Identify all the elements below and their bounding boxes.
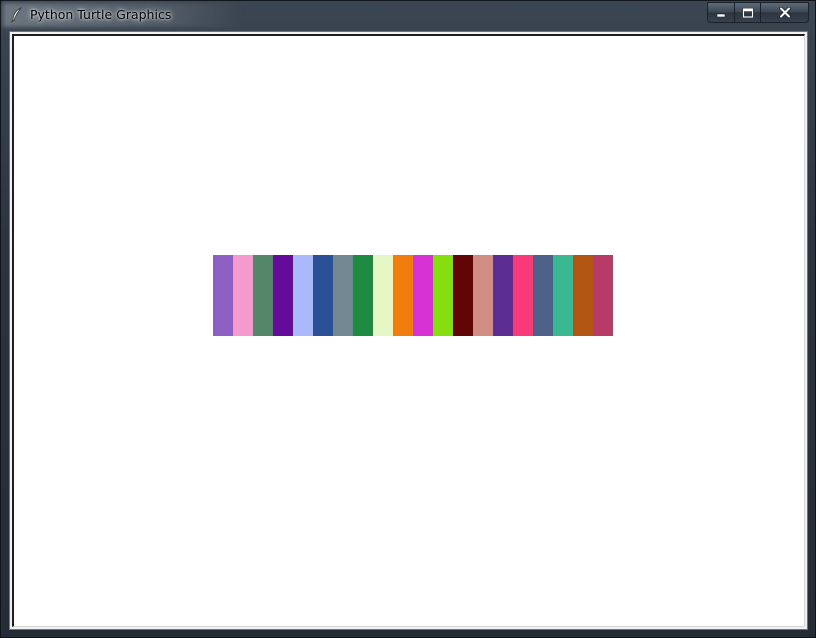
color-stripe [533, 255, 553, 336]
window-title: Python Turtle Graphics [30, 7, 172, 22]
color-stripe [513, 255, 533, 336]
color-stripe [333, 255, 353, 336]
color-stripe [473, 255, 493, 336]
minimize-icon [716, 13, 726, 17]
turtle-canvas[interactable] [12, 34, 805, 627]
color-stripe [493, 255, 513, 336]
maximize-button[interactable] [735, 3, 761, 22]
canvas-frame [9, 31, 808, 630]
title-bar[interactable]: Python Turtle Graphics [1, 1, 815, 29]
color-stripe [293, 255, 313, 336]
turtle-window: Python Turtle Graphics [0, 0, 816, 638]
color-stripe [393, 255, 413, 336]
color-stripe [273, 255, 293, 336]
close-button[interactable] [761, 3, 808, 22]
color-stripe [233, 255, 253, 336]
color-stripes [213, 255, 613, 336]
color-stripe [253, 255, 273, 336]
color-stripe [213, 255, 233, 336]
caption-buttons [707, 2, 809, 23]
color-stripe [453, 255, 473, 336]
feather-icon[interactable] [10, 7, 24, 23]
color-stripe [373, 255, 393, 336]
color-stripe [573, 255, 593, 336]
color-stripe [593, 255, 613, 336]
color-stripe [553, 255, 573, 336]
minimize-button[interactable] [708, 3, 735, 22]
close-icon [778, 7, 791, 18]
color-stripe [313, 255, 333, 336]
color-stripe [413, 255, 433, 336]
color-stripe [353, 255, 373, 336]
maximize-icon [741, 7, 754, 18]
color-stripe [433, 255, 453, 336]
